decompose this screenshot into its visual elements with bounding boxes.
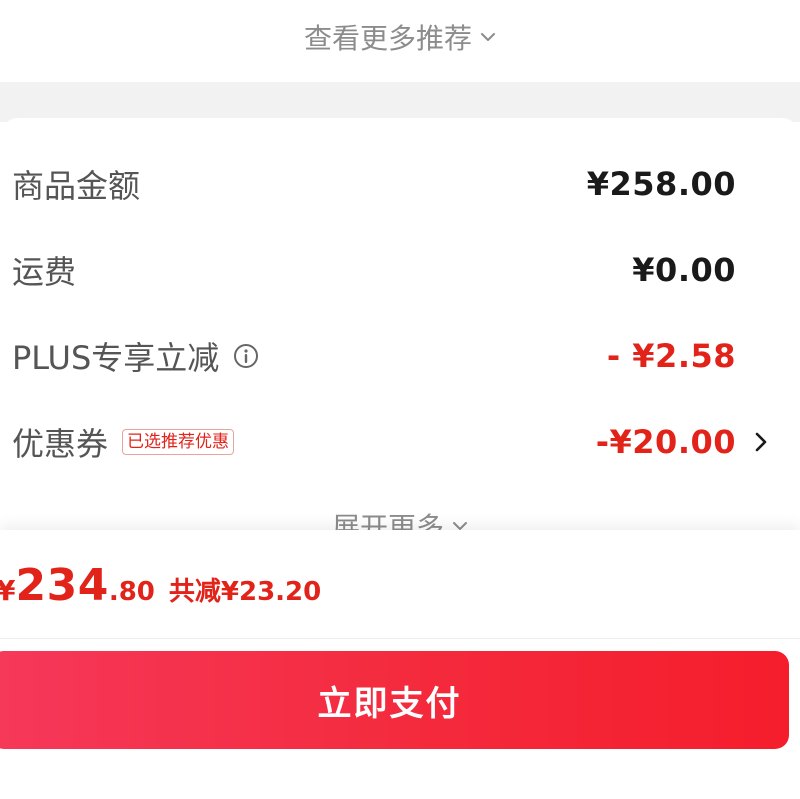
coupon-label: 优惠券 (12, 425, 109, 463)
goods-amount-value: ¥258.00 (586, 165, 736, 203)
total-saved-amount: 共减¥23.20 (168, 577, 322, 607)
recommendations-card: 查看更多推荐 (0, 0, 800, 82)
plus-discount-label-group: PLUS专享立减 (12, 333, 259, 379)
goods-amount-label: 商品金额 (12, 167, 141, 205)
info-circle-icon[interactable] (233, 343, 259, 369)
view-more-recommendations-button[interactable]: 查看更多推荐 (304, 17, 496, 57)
total-decimal: .80 (108, 577, 155, 607)
coupon-row[interactable]: 优惠券 已选推荐优惠 -¥20.00 (12, 419, 800, 465)
pay-now-button[interactable]: 立即支付 (0, 651, 789, 749)
coupon-label-group: 优惠券 已选推荐优惠 (12, 419, 235, 465)
order-summary-card: 商品金额 ¥258.00 运费 ¥0.00 PLUS专享立减 - ¥2.58 优… (0, 118, 800, 530)
plus-discount-row: PLUS专享立减 - ¥2.58 (12, 333, 800, 379)
view-more-recommendations-label: 查看更多推荐 (303, 22, 472, 55)
chevron-down-icon (481, 33, 495, 41)
chevron-right-icon[interactable] (754, 431, 768, 453)
expand-more-button[interactable]: 展开更多 (0, 506, 800, 530)
checkout-bar: ¥ 234 .80 共减¥23.20 立即支付 (0, 530, 800, 799)
currency-symbol: ¥ (0, 574, 16, 607)
recommended-coupon-badge: 已选推荐优惠 (122, 429, 235, 455)
total-integer: 234 (15, 560, 109, 611)
shipping-fee-value: ¥0.00 (632, 251, 736, 289)
coupon-value: -¥20.00 (595, 423, 736, 461)
plus-discount-value: - ¥2.58 (606, 337, 736, 375)
total-price: ¥ 234 .80 共减¥23.20 (0, 560, 321, 611)
expand-more-label: 展开更多 (331, 511, 444, 530)
shipping-fee-label: 运费 (12, 253, 77, 291)
divider (0, 638, 800, 639)
goods-amount-row: 商品金额 ¥258.00 (12, 164, 800, 205)
chevron-down-icon (453, 522, 467, 530)
section-separator (0, 82, 800, 122)
shipping-fee-row: 运费 ¥0.00 (12, 250, 800, 291)
plus-discount-label: PLUS专享立减 (12, 339, 220, 377)
